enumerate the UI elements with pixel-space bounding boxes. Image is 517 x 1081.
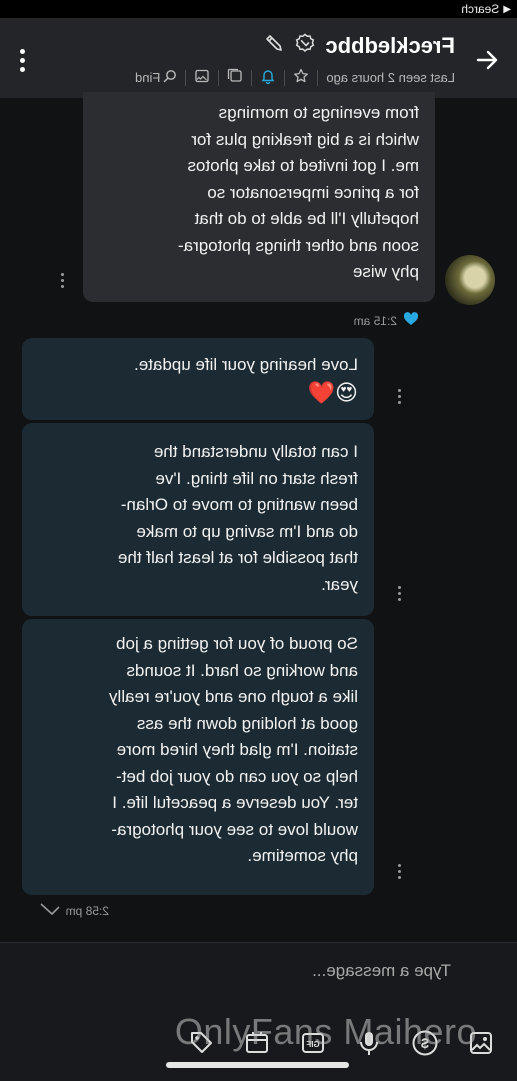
heart-like-icon[interactable] <box>403 312 419 329</box>
price-tag-icon[interactable] <box>179 1021 223 1065</box>
status-bar: ◀ Search <box>0 0 517 18</box>
outgoing-message[interactable]: Love hearing your life update. 😍❤️ <box>22 338 374 420</box>
attach-image-icon[interactable] <box>459 1021 503 1065</box>
message-time: 2:15 am <box>354 312 419 329</box>
back-arrow-icon[interactable] <box>465 40 509 80</box>
status-back-label[interactable]: Search <box>461 2 499 16</box>
svg-text:GIF: GIF <box>306 1040 319 1049</box>
message-text: I can totally understand the fresh start… <box>117 442 358 594</box>
message-text: from evenings to mornings which is a big… <box>177 103 419 281</box>
message-options-icon[interactable] <box>392 583 408 603</box>
last-seen-text: Last seen 2 hours ago <box>326 70 455 85</box>
message-options-icon[interactable] <box>392 861 408 881</box>
composer: Type a message... $ GIF OnlyFans Maihero <box>0 942 517 1081</box>
message-time: 2:58 pm <box>40 903 109 918</box>
message-time-text: 2:58 pm <box>65 903 109 918</box>
back-triangle-icon[interactable]: ◀ <box>503 4 511 15</box>
message-options-icon[interactable] <box>55 270 71 290</box>
media-image-icon[interactable] <box>194 68 210 87</box>
contact-avatar[interactable] <box>445 255 495 305</box>
message-text: Love hearing your life update. <box>134 355 358 374</box>
message-text: So proud of you for getting a job and wo… <box>109 634 358 865</box>
verified-badge-icon <box>295 33 315 58</box>
message-input[interactable]: Type a message... <box>312 961 451 981</box>
find-label[interactable]: Find <box>135 70 160 85</box>
message-emoji: 😍❤️ <box>307 379 358 405</box>
composer-toolbar: $ GIF <box>0 1021 517 1065</box>
outgoing-message[interactable]: So proud of you for getting a job and wo… <box>22 619 374 895</box>
svg-text:$: $ <box>421 1035 429 1051</box>
microphone-icon[interactable] <box>347 1021 391 1065</box>
gif-icon[interactable]: GIF <box>291 1021 335 1065</box>
contact-name[interactable]: Freckledbbc <box>325 33 455 59</box>
vault-icon[interactable] <box>235 1021 279 1065</box>
outgoing-message[interactable]: I can totally understand the fresh start… <box>22 423 374 616</box>
incoming-message[interactable]: from evenings to mornings which is a big… <box>83 92 435 302</box>
app-root: ◀ Search Freckledbbc Last seen 2 hours a… <box>0 0 517 1081</box>
tip-dollar-icon[interactable]: $ <box>403 1021 447 1065</box>
edit-pencil-icon[interactable] <box>263 32 285 59</box>
gallery-icon[interactable] <box>227 68 243 87</box>
star-icon[interactable] <box>293 68 309 87</box>
find-search-icon[interactable] <box>163 69 177 86</box>
header-more-options-icon[interactable] <box>8 40 38 80</box>
chat-header: Freckledbbc Last seen 2 hours ago Find <box>0 18 517 98</box>
message-time-text: 2:15 am <box>353 313 397 328</box>
home-indicator <box>166 1062 349 1068</box>
notification-bell-icon[interactable] <box>260 68 276 87</box>
read-check-icon <box>40 903 60 918</box>
message-options-icon[interactable] <box>392 386 408 406</box>
